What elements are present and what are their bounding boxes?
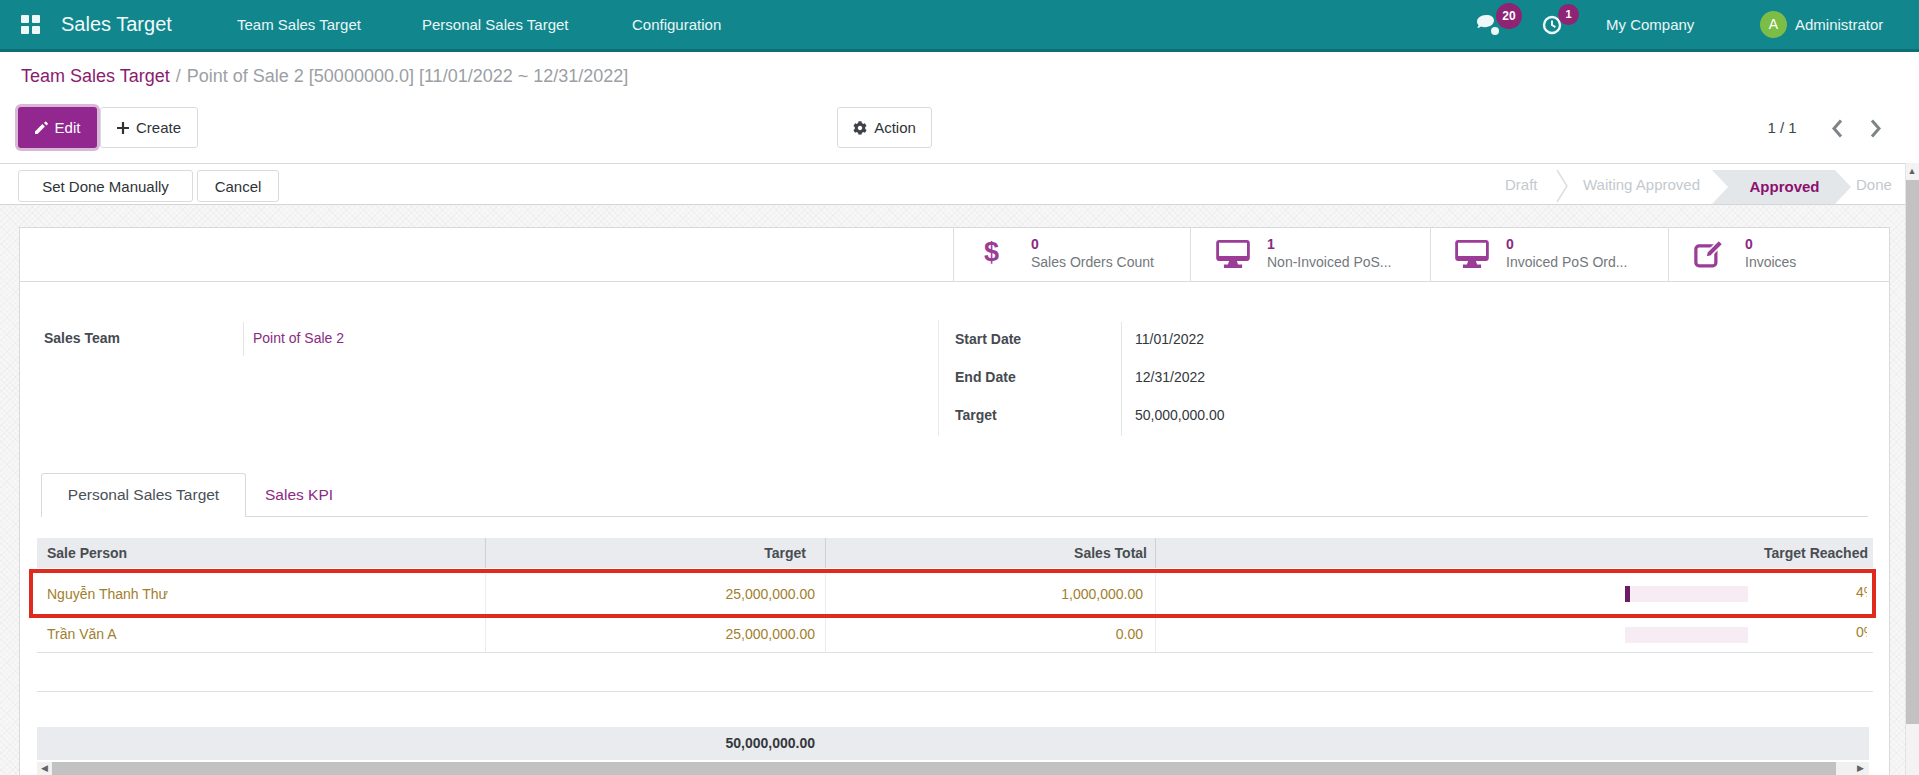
stat-separator <box>1430 227 1431 281</box>
table-bottom-border <box>37 691 1873 692</box>
state-waiting-approved[interactable]: Waiting Approved <box>1583 176 1700 193</box>
row2-target[interactable]: 25,000,000.00 <box>600 626 815 643</box>
sales-team-label: Sales Team <box>44 330 120 347</box>
row2-progressbar <box>1625 627 1748 643</box>
stat-separator <box>1668 227 1669 281</box>
field-separator <box>1121 322 1122 436</box>
pencil-icon <box>35 121 48 134</box>
target-value[interactable]: 50,000,000.00 <box>1135 407 1225 424</box>
pager-previous-icon[interactable] <box>1830 119 1844 138</box>
start-date-value[interactable]: 11/01/2022 <box>1135 331 1204 348</box>
col-sales-total[interactable]: Sales Total <box>940 538 1147 568</box>
dollar-icon[interactable]: $ <box>984 237 999 267</box>
sales-orders-count-label[interactable]: Sales Orders Count <box>1031 254 1154 271</box>
invoices-label[interactable]: Invoices <box>1745 254 1796 271</box>
create-button[interactable]: Create <box>100 107 198 148</box>
action-button-label: Action <box>874 119 916 136</box>
scroll-up-icon[interactable]: ▲ <box>1905 165 1919 178</box>
end-date-label: End Date <box>955 369 1016 386</box>
menu-configuration[interactable]: Configuration <box>632 0 721 49</box>
header-separator <box>1155 538 1156 568</box>
scroll-right-icon[interactable]: ▶ <box>1854 762 1867 775</box>
field-separator <box>243 322 244 356</box>
gear-icon <box>853 121 867 135</box>
state-separator-icon <box>1556 169 1569 203</box>
header-separator <box>485 538 486 568</box>
highlight-rectangle <box>29 569 1876 618</box>
sales-team-value[interactable]: Point of Sale 2 <box>253 330 344 347</box>
set-done-manually-button[interactable]: Set Done Manually <box>18 170 193 202</box>
non-invoiced-pos-label[interactable]: Non-Invoiced PoS... <box>1267 254 1392 271</box>
monitor-icon[interactable] <box>1455 240 1489 268</box>
app-name[interactable]: Sales Target <box>61 0 172 49</box>
top-navbar: Sales Target Team Sales Target Personal … <box>0 0 1919 52</box>
col-sale-person[interactable]: Sale Person <box>47 538 127 568</box>
invoiced-pos-label[interactable]: Invoiced PoS Ord... <box>1506 254 1627 271</box>
stat-separator <box>1190 227 1191 281</box>
edit-button[interactable]: Edit <box>18 107 97 148</box>
company-switcher[interactable]: My Company <box>1606 0 1694 49</box>
start-date-label: Start Date <box>955 331 1021 348</box>
breadcrumb-parent[interactable]: Team Sales Target <box>21 66 170 86</box>
stat-separator <box>953 227 954 281</box>
cancel-button[interactable]: Cancel <box>197 170 279 202</box>
sales-orders-count-value[interactable]: 0 <box>1031 236 1039 252</box>
state-approved[interactable]: Approved <box>1712 170 1851 204</box>
row2-sales-total[interactable]: 0.00 <box>930 626 1143 643</box>
end-date-value[interactable]: 12/31/2022 <box>1135 369 1205 386</box>
invoices-value[interactable]: 0 <box>1745 236 1753 252</box>
apps-menu-icon[interactable] <box>21 15 40 34</box>
create-button-label: Create <box>136 119 181 136</box>
avatar[interactable]: A <box>1760 11 1787 38</box>
col-target[interactable]: Target <box>600 538 806 568</box>
row-separator <box>37 652 1873 653</box>
horizontal-scrollbar-thumb[interactable] <box>52 762 1836 775</box>
group-separator <box>938 320 939 436</box>
tab-sales-kpi[interactable]: Sales KPI <box>265 473 333 517</box>
breadcrumb-separator: / <box>170 66 187 86</box>
edit-button-label: Edit <box>55 119 81 136</box>
activities-badge[interactable]: 1 <box>1558 4 1579 25</box>
invoiced-pos-value[interactable]: 0 <box>1506 236 1514 252</box>
pager-counter: 1 / 1 <box>1752 107 1812 148</box>
plus-icon <box>117 122 129 134</box>
messages-badge[interactable]: 20 <box>1496 3 1522 29</box>
target-label: Target <box>955 407 997 424</box>
vertical-scrollbar-thumb[interactable] <box>1906 180 1919 724</box>
non-invoiced-pos-value[interactable]: 1 <box>1267 236 1275 252</box>
monitor-icon[interactable] <box>1216 240 1250 268</box>
row2-sale-person[interactable]: Trần Văn A <box>47 626 117 643</box>
stat-box-divider <box>20 281 1889 282</box>
menu-team-sales-target[interactable]: Team Sales Target <box>237 0 361 49</box>
breadcrumb: Team Sales Target/Point of Sale 2 [50000… <box>21 66 628 87</box>
header-separator <box>825 538 826 568</box>
row2-target-reached[interactable]: 0% <box>1856 624 1867 642</box>
state-done[interactable]: Done <box>1856 176 1892 193</box>
col-target-reached[interactable]: Target Reached <box>1650 538 1868 568</box>
user-menu[interactable]: Administrator <box>1795 0 1883 49</box>
breadcrumb-current: Point of Sale 2 [50000000.0] [11/01/2022… <box>187 66 629 86</box>
action-button[interactable]: Action <box>837 107 932 148</box>
total-target-value: 50,000,000.00 <box>485 727 815 760</box>
total-row <box>37 727 1869 760</box>
tab-personal-sales-target[interactable]: Personal Sales Target <box>41 473 246 517</box>
edit-square-icon[interactable] <box>1694 239 1724 269</box>
scroll-left-icon[interactable]: ◀ <box>38 762 51 775</box>
pager-next-icon[interactable] <box>1869 119 1883 138</box>
state-draft[interactable]: Draft <box>1505 176 1538 193</box>
menu-personal-sales-target[interactable]: Personal Sales Target <box>422 0 568 49</box>
